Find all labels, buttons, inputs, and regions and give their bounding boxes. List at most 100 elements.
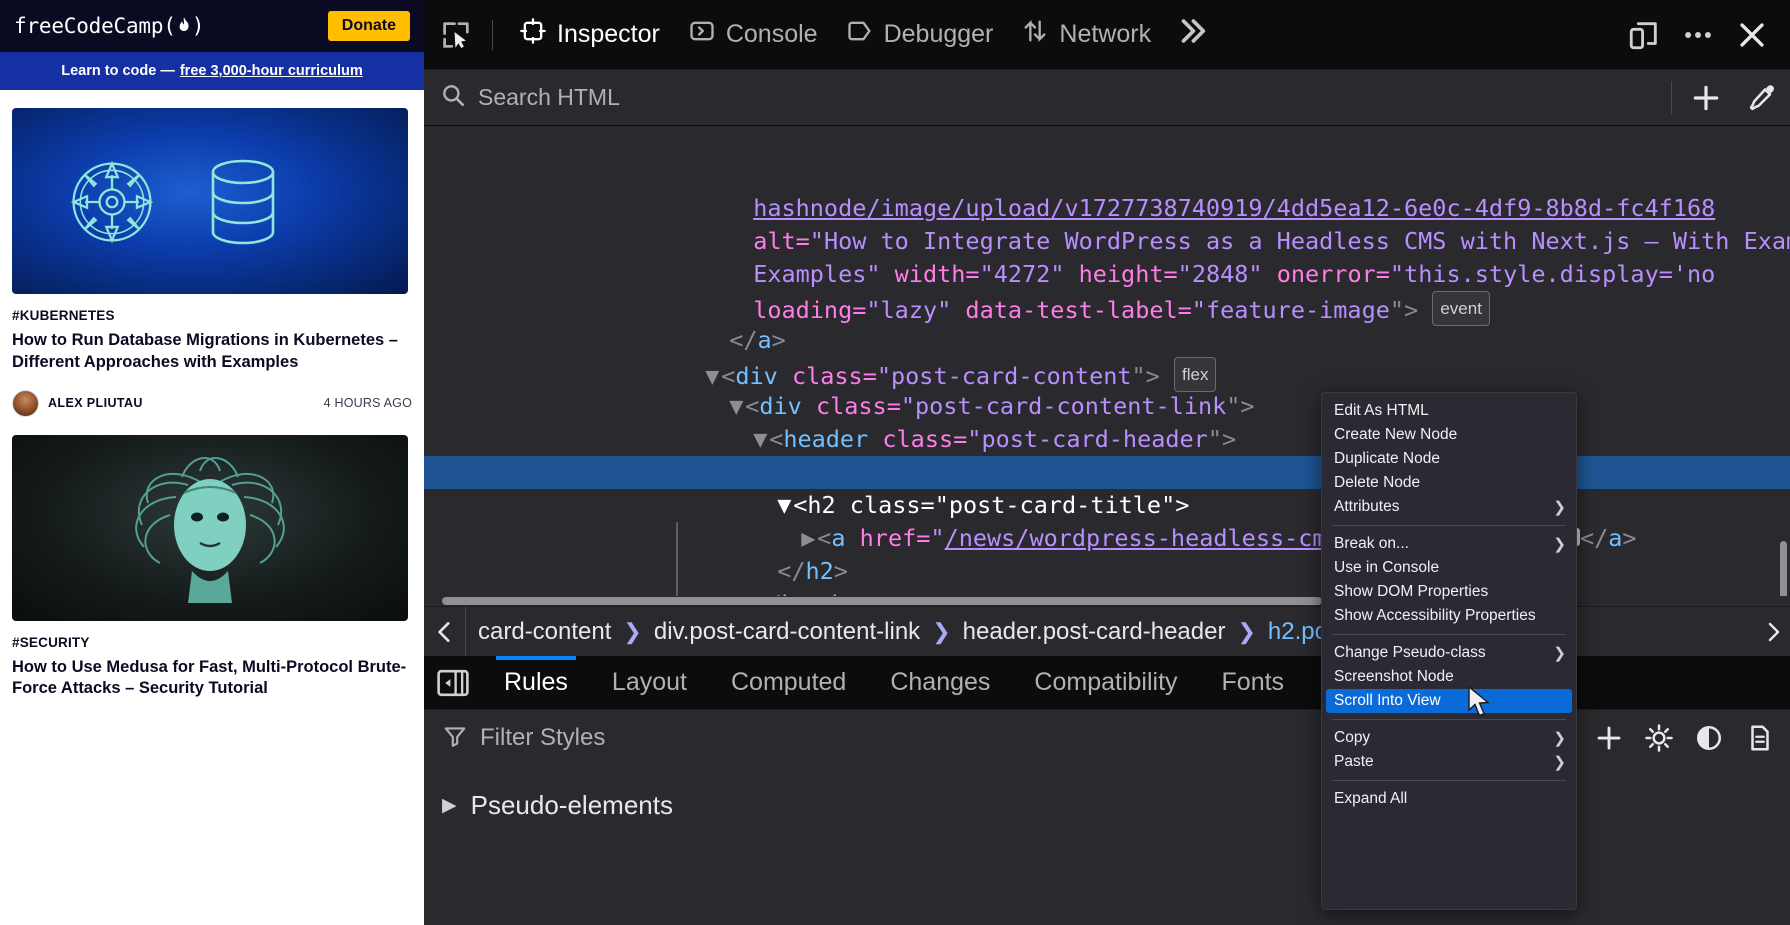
- toggle-sidebar-icon[interactable]: [424, 656, 482, 709]
- menu-separator: [1332, 634, 1566, 635]
- markup-line[interactable]: loading="lazy" data-test-label="feature-…: [424, 258, 1790, 326]
- helm-wheel-icon: [70, 160, 154, 244]
- markup-line[interactable]: alt="How to Integrate WordPress as a Hea…: [424, 192, 1790, 255]
- menu-item-paste[interactable]: Paste ❯: [1322, 750, 1576, 774]
- tab-fonts[interactable]: Fonts: [1200, 656, 1307, 709]
- toolbar-right-actions: [1620, 11, 1776, 59]
- inspector-panel-icon: [519, 17, 547, 52]
- menu-item-duplicate-node[interactable]: Duplicate Node: [1322, 447, 1576, 471]
- menu-item-use-in-console[interactable]: Use in Console: [1322, 556, 1576, 580]
- site-logo[interactable]: freeCodeCamp( ): [14, 14, 204, 38]
- breadcrumb-item-0[interactable]: card-content: [472, 618, 617, 646]
- element-picker-icon[interactable]: [432, 11, 480, 59]
- menu-item-create-new-node[interactable]: Create New Node: [1322, 423, 1576, 447]
- markup-line[interactable]: ▼<div class="post-card-content-link">: [424, 357, 1790, 420]
- post-tag[interactable]: #SECURITY: [12, 635, 412, 650]
- light-scheme-icon[interactable]: [1636, 710, 1682, 766]
- banner-curriculum-link[interactable]: free 3,000-hour curriculum: [180, 63, 363, 79]
- eyedropper-icon[interactable]: [1734, 70, 1790, 126]
- menu-label: Scroll Into View: [1334, 692, 1441, 709]
- tabs-overflow-button[interactable]: [1165, 6, 1219, 64]
- markup-line[interactable]: ▶<a href="/news/wordpress-headless-cms-w…: [424, 489, 1790, 552]
- filter-styles-bar: Filter Styles :hov .cls: [424, 710, 1790, 766]
- site-navbar: freeCodeCamp( ) Donate: [0, 0, 424, 52]
- markup-line[interactable]: Examples" width="4272" height="2848" one…: [424, 225, 1790, 288]
- menu-item-copy[interactable]: Copy ❯: [1322, 726, 1576, 750]
- tab-layout-label: Layout: [611, 668, 687, 696]
- post-card[interactable]: #KUBERNETES How to Run Database Migratio…: [12, 90, 412, 417]
- site-logo-paren: ): [191, 14, 205, 38]
- menu-item-break-on[interactable]: Break on... ❯: [1322, 532, 1576, 556]
- breadcrumb: card-content ❯ div.post-card-content-lin…: [424, 606, 1790, 656]
- breadcrumb-scroll-left-button[interactable]: [424, 607, 466, 656]
- breadcrumb-item-2[interactable]: header.post-card-header: [957, 618, 1232, 646]
- menu-item-change-pseudo-class[interactable]: Change Pseudo-class ❯: [1322, 641, 1576, 665]
- curriculum-banner: Learn to code — free 3,000-hour curricul…: [0, 52, 424, 90]
- expand-triangle-icon[interactable]: ▶: [442, 794, 457, 817]
- markup-view[interactable]: 1000px, (min-width: 700px) 500px, 92vw" …: [424, 126, 1790, 606]
- menu-item-show-dom-properties[interactable]: Show DOM Properties: [1322, 580, 1576, 604]
- markup-line[interactable]: hashnode/image/upload/v1727738740919/4dd…: [424, 159, 1790, 222]
- menu-label: Change Pseudo-class: [1334, 644, 1486, 661]
- post-title[interactable]: How to Use Medusa for Fast, Multi-Protoc…: [12, 657, 412, 701]
- tab-network-label: Network: [1059, 20, 1152, 48]
- donate-button[interactable]: Donate: [327, 11, 410, 41]
- tab-debugger[interactable]: Debugger: [832, 6, 1008, 64]
- post-author[interactable]: ALEX PLIUTAU: [48, 396, 143, 410]
- menu-item-attributes[interactable]: Attributes ❯: [1322, 495, 1576, 519]
- html-search-bar[interactable]: Search HTML: [424, 70, 1790, 126]
- tab-rules-label: Rules: [504, 668, 568, 696]
- markup-context-menu[interactable]: Edit As HTML Create New Node Duplicate N…: [1321, 392, 1577, 910]
- markup-line[interactable]: </h2>: [424, 522, 1790, 585]
- post-title[interactable]: How to Run Database Migrations in Kubern…: [12, 330, 412, 374]
- menu-item-screenshot-node[interactable]: Screenshot Node: [1322, 665, 1576, 689]
- scrollbar-thumb[interactable]: [442, 597, 1322, 605]
- post-thumbnail-medusa[interactable]: [12, 434, 408, 621]
- chevron-right-icon: ❯: [623, 618, 642, 644]
- menu-item-edit-as-html[interactable]: Edit As HTML: [1322, 399, 1576, 423]
- tab-rules[interactable]: Rules: [482, 656, 590, 709]
- tab-changes[interactable]: Changes: [868, 656, 1012, 709]
- menu-item-show-accessibility-properties[interactable]: Show Accessibility Properties: [1322, 604, 1576, 628]
- filter-styles-input-placeholder[interactable]: Filter Styles: [480, 724, 605, 752]
- menu-item-expand-all[interactable]: Expand All: [1322, 787, 1576, 811]
- more-options-icon[interactable]: [1674, 11, 1722, 59]
- breadcrumb-item-1[interactable]: div.post-card-content-link: [648, 618, 926, 646]
- pseudo-elements-section[interactable]: ▶ Pseudo-elements: [424, 766, 1790, 821]
- debugger-pentagon-icon: [846, 17, 874, 52]
- breadcrumb-scroll-right-button[interactable]: [1756, 620, 1790, 644]
- markup-line[interactable]: </a>: [424, 291, 1790, 354]
- add-rule-icon[interactable]: [1586, 710, 1632, 766]
- markup-line[interactable]: </header>: [424, 555, 1790, 606]
- responsive-design-mode-icon[interactable]: [1620, 11, 1668, 59]
- post-tag[interactable]: #KUBERNETES: [12, 308, 412, 323]
- tab-inspector[interactable]: Inspector: [505, 6, 674, 64]
- menu-separator: [1332, 780, 1566, 781]
- menu-label: Copy: [1334, 729, 1371, 746]
- tab-computed[interactable]: Computed: [709, 656, 868, 709]
- post-thumbnail-kubernetes[interactable]: [12, 108, 408, 294]
- markup-line[interactable]: ▼<header class="post-card-header">: [424, 390, 1790, 453]
- markup-line[interactable]: ▶<span class="post-card-tags"> … </span>: [424, 423, 1790, 486]
- menu-label: Use in Console: [1334, 559, 1440, 576]
- dark-scheme-icon[interactable]: [1686, 710, 1732, 766]
- print-media-icon[interactable]: [1736, 710, 1784, 766]
- tab-network[interactable]: Network: [1007, 6, 1165, 64]
- medusa-artwork-icon: [135, 456, 285, 603]
- markup-horizontal-scrollbar[interactable]: [424, 596, 1790, 606]
- post-card[interactable]: #SECURITY How to Use Medusa for Fast, Mu…: [12, 417, 412, 701]
- menu-label: Delete Node: [1334, 474, 1421, 491]
- add-node-icon[interactable]: [1678, 70, 1734, 126]
- tab-layout[interactable]: Layout: [590, 656, 709, 709]
- markup-line[interactable]: 1000px, (min-width: 700px) 500px, 92vw" …: [424, 126, 1790, 159]
- submenu-chevron-icon: ❯: [1553, 754, 1566, 771]
- menu-item-delete-node[interactable]: Delete Node: [1322, 471, 1576, 495]
- markup-line-selected[interactable]: ▼<h2 class="post-card-title">: [424, 456, 1790, 519]
- tab-compatibility[interactable]: Compatibility: [1012, 656, 1199, 709]
- menu-item-scroll-into-view[interactable]: Scroll Into View: [1326, 689, 1572, 713]
- screenshot-root: freeCodeCamp( ) Donate Learn to code — f…: [0, 0, 1790, 925]
- close-icon[interactable]: [1728, 11, 1776, 59]
- markup-line[interactable]: ▼<div class="post-card-content"> flex: [424, 324, 1790, 392]
- tab-console[interactable]: Console: [674, 6, 832, 64]
- post-timestamp: 4 HOURS AGO: [323, 396, 412, 411]
